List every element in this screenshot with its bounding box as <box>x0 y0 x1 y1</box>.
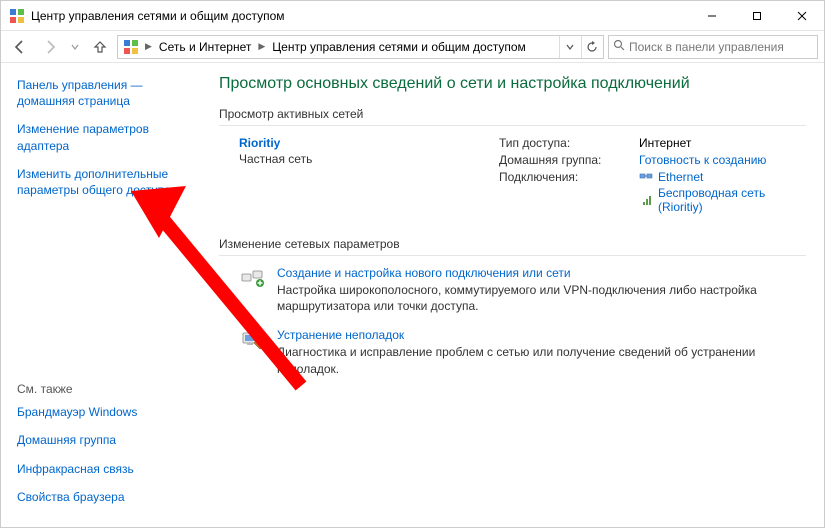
sidebar-firewall[interactable]: Брандмауэр Windows <box>17 404 191 420</box>
network-params-heading: Изменение сетевых параметров <box>219 237 806 256</box>
navbar: ▶ Сеть и Интернет ▶ Центр управления сет… <box>1 31 824 63</box>
homegroup-label: Домашняя группа: <box>499 153 639 167</box>
crumb-sep-icon[interactable]: ▶ <box>257 41 266 52</box>
active-network-block: Rioritiy Частная сеть Тип доступа: Интер… <box>239 136 806 219</box>
back-button[interactable] <box>7 35 33 59</box>
recent-dropdown[interactable] <box>67 35 83 59</box>
address-bar[interactable]: ▶ Сеть и Интернет ▶ Центр управления сет… <box>117 35 604 59</box>
sidebar-homegroup[interactable]: Домашняя группа <box>17 432 191 448</box>
access-type-label: Тип доступа: <box>499 136 639 150</box>
breadcrumb-level1[interactable]: Сеть и Интернет <box>155 40 255 54</box>
connections-label: Подключения: <box>499 170 639 216</box>
network-name: Rioritiy <box>239 136 499 150</box>
forward-button[interactable] <box>37 35 63 59</box>
action-troubleshoot-desc: Диагностика и исправление проблем с сеть… <box>277 344 806 376</box>
page-title: Просмотр основных сведений о сети и наст… <box>219 75 806 93</box>
ethernet-icon <box>639 171 653 183</box>
main-panel: Просмотр основных сведений о сети и наст… <box>201 63 824 527</box>
connection-ethernet[interactable]: Ethernet <box>658 170 703 184</box>
action-troubleshoot-title: Устранение неполадок <box>277 328 806 342</box>
action-troubleshoot[interactable]: Устранение неполадок Диагностика и испра… <box>239 328 806 376</box>
troubleshoot-icon <box>239 328 267 352</box>
search-input[interactable]: Поиск в панели управления <box>608 35 818 59</box>
sidebar-adapter-settings[interactable]: Изменение параметров адаптера <box>17 121 191 153</box>
address-dropdown-button[interactable] <box>559 36 579 58</box>
crumb-sep-icon[interactable]: ▶ <box>144 41 153 52</box>
homegroup-link[interactable]: Готовность к созданию <box>639 153 806 167</box>
access-type-value: Интернет <box>639 136 806 150</box>
sidebar-home[interactable]: Панель управления — домашняя страница <box>17 77 191 109</box>
search-placeholder: Поиск в панели управления <box>629 40 784 54</box>
active-networks-heading: Просмотр активных сетей <box>219 107 806 126</box>
titlebar: Центр управления сетями и общим доступом <box>1 1 824 31</box>
sidebar-browser-props[interactable]: Свойства браузера <box>17 489 191 505</box>
close-button[interactable] <box>779 1 824 31</box>
wifi-icon <box>639 194 653 206</box>
address-icon <box>123 39 139 55</box>
maximize-button[interactable] <box>734 1 779 31</box>
sidebar-infrared[interactable]: Инфракрасная связь <box>17 461 191 477</box>
minimize-button[interactable] <box>689 1 734 31</box>
sidebar-see-also-title: См. также <box>17 382 191 396</box>
up-button[interactable] <box>87 35 113 59</box>
refresh-button[interactable] <box>581 36 601 58</box>
sidebar: Панель управления — домашняя страница Из… <box>1 63 201 527</box>
network-type: Частная сеть <box>239 152 499 166</box>
action-new-connection-desc: Настройка широкополосного, коммутируемог… <box>277 282 806 314</box>
new-connection-icon <box>239 266 267 290</box>
breadcrumb-level2[interactable]: Центр управления сетями и общим доступом <box>268 40 530 54</box>
window-title: Центр управления сетями и общим доступом <box>31 9 285 23</box>
sidebar-advanced-sharing[interactable]: Изменить дополнительные параметры общего… <box>17 166 191 198</box>
action-new-connection[interactable]: Создание и настройка нового подключения … <box>239 266 806 314</box>
connection-wifi[interactable]: Беспроводная сеть (Rioritiy) <box>658 186 806 214</box>
search-icon <box>613 39 625 54</box>
app-icon <box>9 8 25 24</box>
action-new-connection-title: Создание и настройка нового подключения … <box>277 266 806 280</box>
